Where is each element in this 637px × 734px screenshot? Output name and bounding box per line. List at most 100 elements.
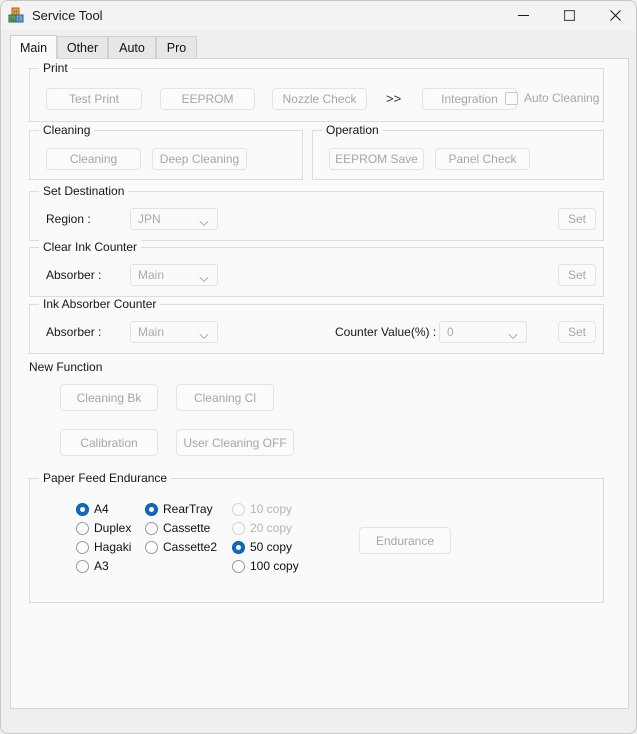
radio-indicator-icon xyxy=(232,521,245,535)
endurance-button[interactable]: Endurance xyxy=(359,527,451,554)
tab-label: Other xyxy=(66,41,99,55)
clear-ink-absorber-combobox[interactable]: Main xyxy=(130,264,218,286)
group-ink-absorber-counter-label: Ink Absorber Counter xyxy=(39,297,161,311)
tab-pro[interactable]: Pro xyxy=(156,36,197,59)
eeprom-button[interactable]: EEPROM xyxy=(160,88,255,110)
counter-value-combobox[interactable]: 0 xyxy=(439,321,527,343)
ink-absorber-combobox[interactable]: Main xyxy=(130,321,218,343)
radio-source-cassette2[interactable]: Cassette2 xyxy=(145,540,217,554)
group-clear-ink-counter-label: Clear Ink Counter xyxy=(39,240,142,254)
radio-label: 100 copy xyxy=(250,559,299,573)
tab-auto[interactable]: Auto xyxy=(108,36,156,59)
button-label: Set xyxy=(567,325,586,339)
clear-ink-counter-set-button[interactable]: Set xyxy=(558,264,596,286)
set-destination-set-button[interactable]: Set xyxy=(558,208,596,230)
radio-label: 20 copy xyxy=(250,521,293,535)
maximize-icon[interactable] xyxy=(546,1,592,30)
chevron-down-icon xyxy=(199,329,209,339)
auto-cleaning-checkbox[interactable]: Auto Cleaning xyxy=(505,91,599,105)
checkbox-label: Auto Cleaning xyxy=(524,91,600,105)
absorber-label: Absorber : xyxy=(46,268,102,282)
service-tool-window: H G C Service Tool Main Other Auto Pro P… xyxy=(0,0,637,734)
tab-other[interactable]: Other xyxy=(57,36,108,59)
integration-button[interactable]: Integration xyxy=(422,88,517,110)
radio-indicator-icon xyxy=(145,521,158,535)
radio-indicator-icon xyxy=(232,559,245,573)
radio-indicator-icon xyxy=(76,502,89,516)
svg-text:G: G xyxy=(10,17,14,23)
group-clear-ink-counter: Clear Ink Counter Absorber : Main Set xyxy=(29,240,604,297)
ink-absorber-counter-set-button[interactable]: Set xyxy=(558,321,596,343)
radio-label: Duplex xyxy=(94,521,132,535)
combobox-value: Main xyxy=(138,268,165,282)
counter-value-label: Counter Value(%) : xyxy=(335,325,437,339)
cleaning-button[interactable]: Cleaning xyxy=(46,148,141,170)
group-print: Print Test Print EEPROM Nozzle Check >> … xyxy=(29,61,604,122)
minimize-icon[interactable] xyxy=(500,1,546,30)
group-operation-label: Operation xyxy=(322,123,383,137)
radio-source-cassette[interactable]: Cassette xyxy=(145,521,210,535)
group-cleaning: Cleaning Cleaning Deep Cleaning xyxy=(29,123,303,180)
group-cleaning-label: Cleaning xyxy=(39,123,95,137)
radio-paper-a4[interactable]: A4 xyxy=(76,502,109,516)
radio-indicator-icon xyxy=(232,502,245,516)
radio-paper-duplex[interactable]: Duplex xyxy=(76,521,131,535)
group-paper-feed-endurance: Paper Feed Endurance A4 Duplex Hagaki A3 xyxy=(29,471,604,603)
tab-page-main: Print Test Print EEPROM Nozzle Check >> … xyxy=(10,58,629,709)
deep-cleaning-button[interactable]: Deep Cleaning xyxy=(152,148,247,170)
radio-copies-50[interactable]: 50 copy xyxy=(232,540,292,554)
title-bar: H G C Service Tool xyxy=(1,1,636,30)
tab-main[interactable]: Main xyxy=(10,35,57,59)
radio-copies-20[interactable]: 20 copy xyxy=(232,521,292,535)
radio-indicator-icon xyxy=(145,540,158,554)
button-label: Nozzle Check xyxy=(282,92,357,106)
forward-arrows-icon: >> xyxy=(386,91,402,106)
radio-paper-a3[interactable]: A3 xyxy=(76,559,109,573)
svg-text:C: C xyxy=(18,17,22,23)
window-title: Service Tool xyxy=(32,8,103,23)
radio-source-reartray[interactable]: RearTray xyxy=(145,502,213,516)
button-label: Endurance xyxy=(375,533,435,548)
button-label: Set xyxy=(567,212,586,226)
calibration-button[interactable]: Calibration xyxy=(60,429,158,456)
panel-check-button[interactable]: Panel Check xyxy=(435,148,530,170)
nozzle-check-button[interactable]: Nozzle Check xyxy=(272,88,367,110)
combobox-value: JPN xyxy=(138,212,161,226)
combobox-value: 0 xyxy=(447,325,454,339)
chevron-down-icon xyxy=(199,272,209,282)
radio-copies-10[interactable]: 10 copy xyxy=(232,502,292,516)
group-set-destination: Set Destination Region : JPN Set xyxy=(29,184,604,241)
radio-indicator-icon xyxy=(76,521,89,535)
group-print-label: Print xyxy=(39,61,72,75)
radio-indicator-icon xyxy=(76,540,89,554)
radio-copies-100[interactable]: 100 copy xyxy=(232,559,299,573)
user-cleaning-off-button[interactable]: User Cleaning OFF xyxy=(176,429,294,456)
button-label: EEPROM Save xyxy=(335,152,418,166)
tab-label: Main xyxy=(19,40,48,55)
eeprom-save-button[interactable]: EEPROM Save xyxy=(329,148,424,170)
button-label: Cleaning Cl xyxy=(193,390,257,405)
button-label: Panel Check xyxy=(448,152,517,166)
button-label: Integration xyxy=(441,92,498,106)
group-operation: Operation EEPROM Save Panel Check xyxy=(312,123,604,180)
radio-indicator-icon xyxy=(76,559,89,573)
cleaning-bk-button[interactable]: Cleaning Bk xyxy=(60,384,158,411)
radio-label: A4 xyxy=(94,502,109,516)
button-label: Deep Cleaning xyxy=(159,152,240,166)
absorber-label: Absorber : xyxy=(46,325,102,339)
radio-label: A3 xyxy=(94,559,109,573)
radio-paper-hagaki[interactable]: Hagaki xyxy=(76,540,131,554)
checkbox-box-icon xyxy=(505,91,518,105)
region-combobox[interactable]: JPN xyxy=(130,208,218,230)
button-label: Calibration xyxy=(80,435,138,450)
button-label: Cleaning Bk xyxy=(76,390,142,405)
group-ink-absorber-counter: Ink Absorber Counter Absorber : Main Cou… xyxy=(29,297,604,354)
region-label: Region : xyxy=(46,212,91,226)
close-icon[interactable] xyxy=(592,1,636,30)
tab-label: Auto xyxy=(119,41,145,55)
cleaning-cl-button[interactable]: Cleaning Cl xyxy=(176,384,274,411)
radio-label: 50 copy xyxy=(250,540,293,554)
test-print-button[interactable]: Test Print xyxy=(46,88,142,110)
tab-label: Pro xyxy=(166,41,187,55)
button-label: Test Print xyxy=(68,92,119,106)
